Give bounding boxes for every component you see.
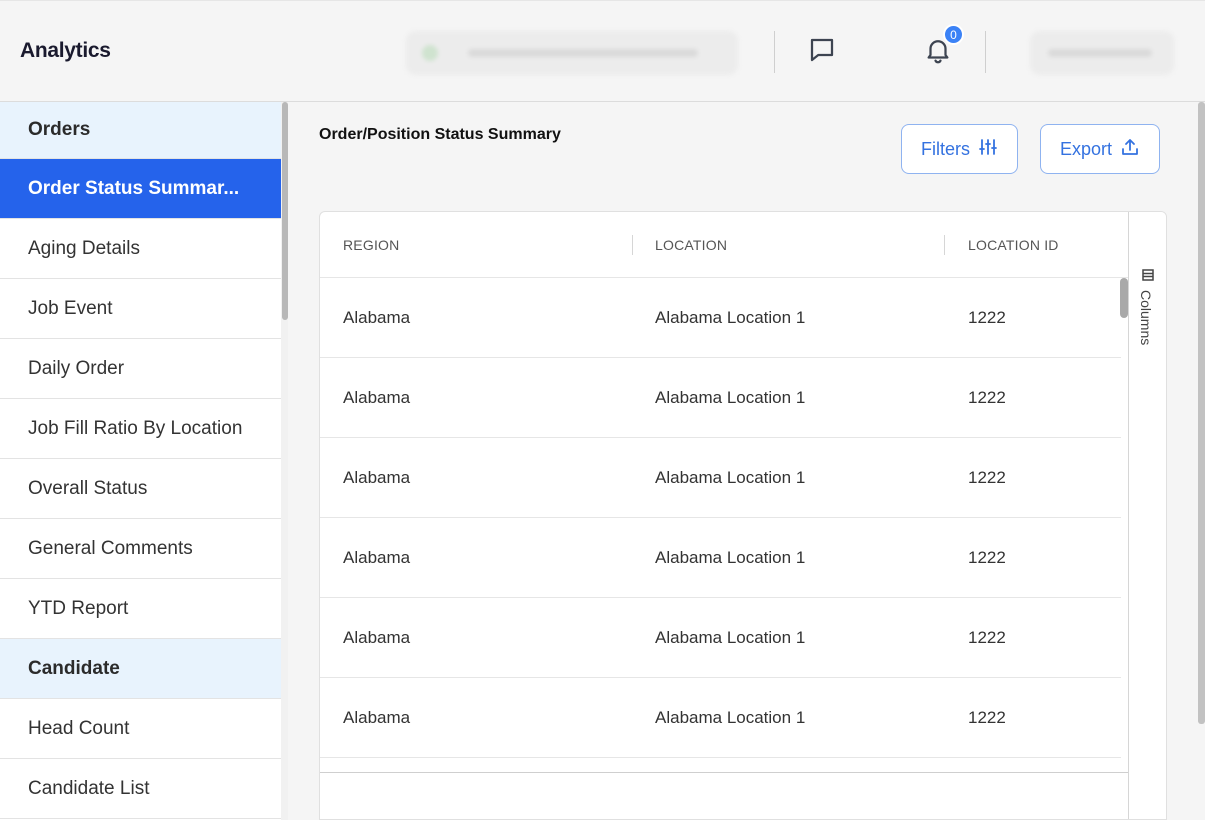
cell-location-id: 1222 [968, 628, 1006, 647]
table-header-row: REGION LOCATION LOCATION ID [320, 212, 1129, 278]
table-row[interactable]: Alabama Alabama Location 1 1222 [320, 518, 1121, 598]
blurred-status-dot [422, 45, 438, 61]
cell-region: Alabama [343, 628, 411, 647]
cell-location: Alabama Location 1 [655, 548, 806, 567]
columns-panel-tab[interactable]: Columns [1128, 268, 1166, 358]
cell-location-id: 1222 [968, 708, 1006, 727]
chat-icon[interactable] [806, 34, 838, 66]
header-divider [985, 31, 986, 73]
cell-region: Alabama [343, 388, 411, 407]
sidebar-item-overall-status[interactable]: Overall Status [0, 459, 281, 519]
top-header: Analytics 0 [0, 0, 1205, 102]
export-button[interactable]: Export [1040, 124, 1160, 174]
blurred-user-area[interactable] [1030, 31, 1174, 75]
sidebar-item-daily-order[interactable]: Daily Order [0, 339, 281, 399]
cell-location-id: 1222 [968, 468, 1006, 487]
sliders-icon [978, 137, 998, 162]
table-row[interactable]: Alabama Alabama Location 1 1222 [320, 438, 1121, 518]
table-row[interactable]: Alabama Alabama Location 1 1222 [320, 678, 1121, 758]
cell-location: Alabama Location 1 [655, 308, 806, 327]
blurred-text-bar [468, 49, 698, 57]
sidebar-item-job-event[interactable]: Job Event [0, 279, 281, 339]
columns-icon [1142, 268, 1154, 286]
cell-region: Alabama [343, 468, 411, 487]
sidebar-item-general-comments[interactable]: General Comments [0, 519, 281, 579]
filters-button-label: Filters [921, 138, 970, 159]
cell-region: Alabama [343, 708, 411, 727]
cell-location: Alabama Location 1 [655, 708, 806, 727]
column-resize-handle[interactable] [632, 235, 633, 255]
page-title: Order/Position Status Summary [319, 126, 561, 143]
cell-location: Alabama Location 1 [655, 468, 806, 487]
upload-icon [1120, 137, 1140, 162]
cell-location: Alabama Location 1 [655, 628, 806, 647]
cell-location: Alabama Location 1 [655, 388, 806, 407]
header-divider [774, 31, 775, 73]
cell-location-id: 1222 [968, 308, 1006, 327]
table-footer-divider [320, 772, 1129, 773]
cell-location-id: 1222 [968, 388, 1006, 407]
table-row[interactable]: Alabama Alabama Location 1 1222 [320, 358, 1121, 438]
column-header-region[interactable]: REGION [343, 237, 399, 253]
export-button-label: Export [1059, 138, 1113, 159]
filters-button[interactable]: Filters [901, 124, 1018, 174]
cell-region: Alabama [343, 308, 411, 327]
sidebar-section-candidate[interactable]: Candidate [0, 639, 281, 699]
cell-region: Alabama [343, 548, 411, 567]
cell-location-id: 1222 [968, 548, 1006, 567]
columns-tab-label: Columns [1138, 290, 1154, 346]
sidebar-item-candidate-list[interactable]: Candidate List [0, 759, 281, 819]
sidebar-item-job-fill-ratio[interactable]: Job Fill Ratio By Location [0, 399, 281, 459]
sidebar-item-head-count[interactable]: Head Count [0, 699, 281, 759]
sidebar-item-ytd-report[interactable]: YTD Report [0, 579, 281, 639]
sidebar-item-order-status-summary[interactable]: Order Status Summar... [0, 159, 281, 219]
sidebar-nav: Orders Order Status Summar... Aging Deta… [0, 102, 281, 820]
status-summary-table: REGION LOCATION LOCATION ID Alabama Alab… [319, 211, 1167, 820]
column-header-location[interactable]: LOCATION [655, 237, 727, 253]
sidebar-item-aging-details[interactable]: Aging Details [0, 219, 281, 279]
table-scrollbar-thumb[interactable] [1120, 278, 1128, 318]
table-row[interactable]: Alabama Alabama Location 1 1222 [320, 278, 1121, 358]
page-scrollbar-thumb[interactable] [1198, 102, 1205, 724]
blurred-search-area [406, 31, 738, 75]
blurred-user-bar [1048, 49, 1152, 57]
notification-badge: 0 [943, 24, 964, 45]
column-header-location-id[interactable]: LOCATION ID [968, 237, 1059, 253]
column-resize-handle[interactable] [944, 235, 945, 255]
sidebar-scrollbar-thumb[interactable] [282, 102, 288, 320]
sidebar-section-orders[interactable]: Orders [0, 102, 281, 159]
table-row[interactable]: Alabama Alabama Location 1 1222 [320, 598, 1121, 678]
app-title: Analytics [20, 39, 111, 62]
